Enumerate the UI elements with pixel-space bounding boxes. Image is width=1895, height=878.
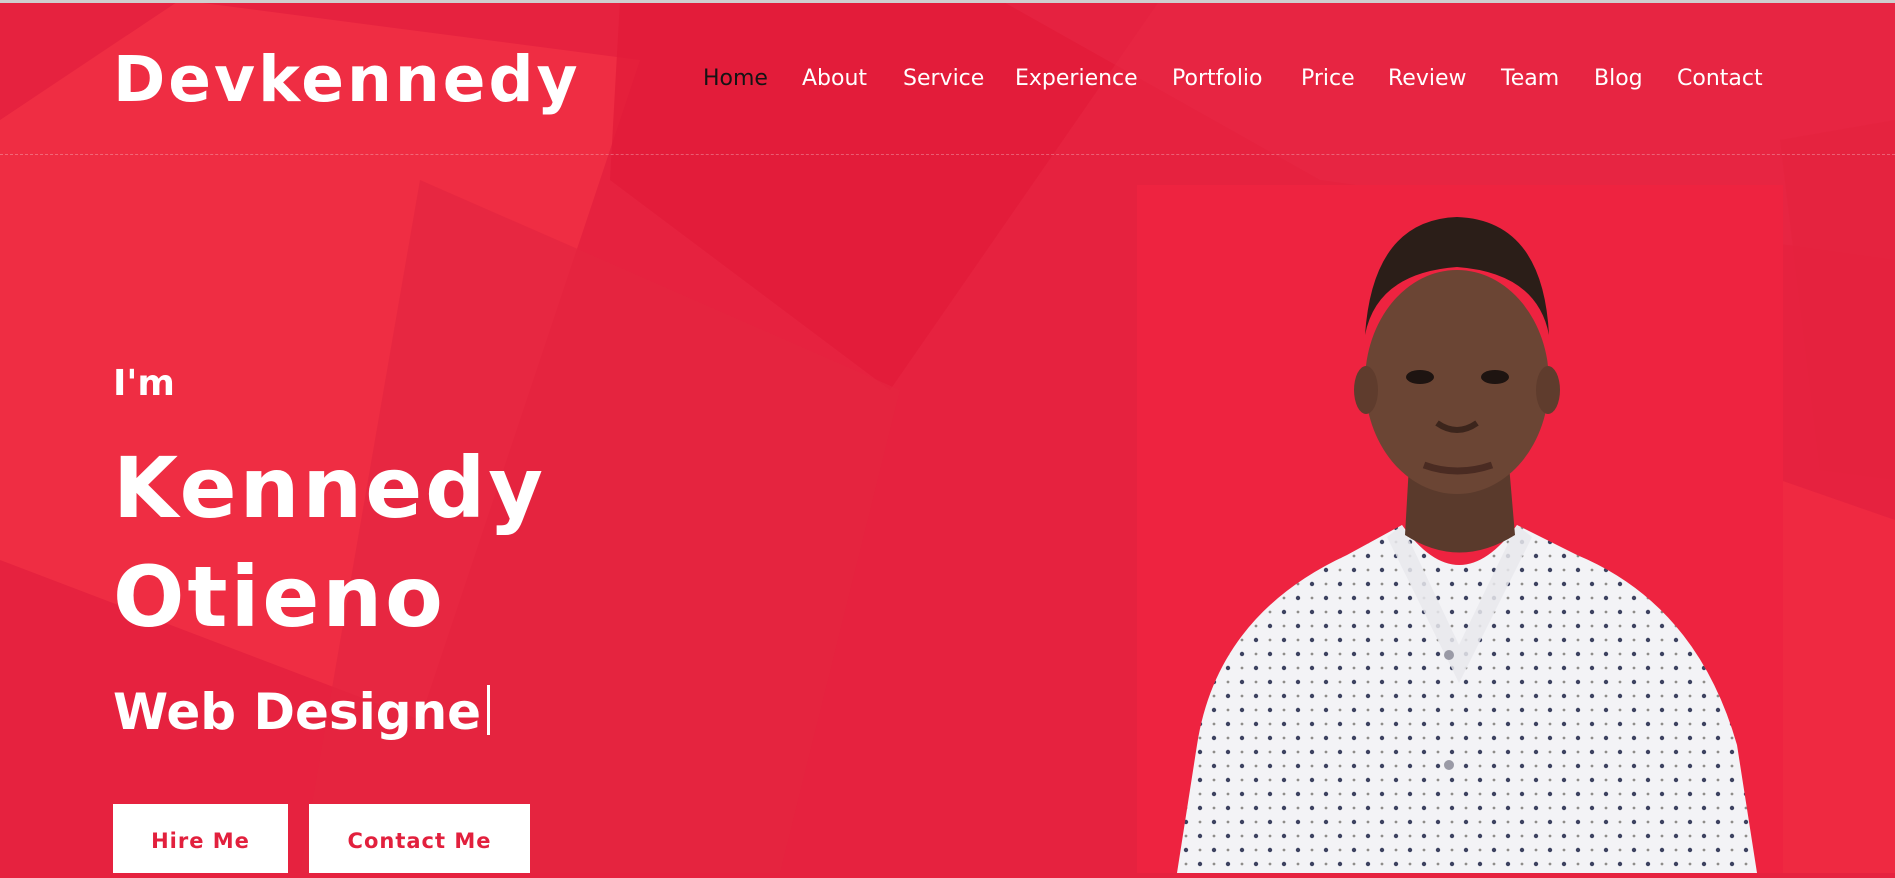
nav-portfolio[interactable]: Portfolio	[1172, 64, 1263, 94]
typing-cursor	[487, 685, 491, 735]
portrait-illustration	[1177, 217, 1757, 873]
hero-name-first: Kennedy	[113, 439, 547, 537]
hero-name-last: Otieno	[113, 548, 446, 646]
profile-photo	[1137, 185, 1783, 873]
site-logo[interactable]: Devkennedy	[113, 41, 581, 119]
contact-me-button[interactable]: Contact Me	[309, 804, 530, 873]
nav-blog[interactable]: Blog	[1594, 64, 1643, 94]
nav-review[interactable]: Review	[1388, 64, 1467, 94]
hero-intro: I'm	[113, 363, 175, 404]
nav-price[interactable]: Price	[1301, 64, 1355, 94]
nav-team[interactable]: Team	[1501, 64, 1559, 94]
nav-home[interactable]: Home	[703, 64, 768, 94]
hero-role-text: Web Designe	[113, 683, 482, 741]
nav-service[interactable]: Service	[903, 64, 984, 94]
nav-contact[interactable]: Contact	[1677, 64, 1763, 94]
hire-me-button[interactable]: Hire Me	[113, 804, 288, 873]
nav-experience[interactable]: Experience	[1015, 64, 1138, 94]
site-header: Devkennedy Home About Service Experience…	[0, 3, 1895, 155]
hero-role: Web Designe	[113, 679, 491, 745]
browser-top-border	[0, 0, 1895, 3]
nav-about[interactable]: About	[802, 64, 867, 94]
